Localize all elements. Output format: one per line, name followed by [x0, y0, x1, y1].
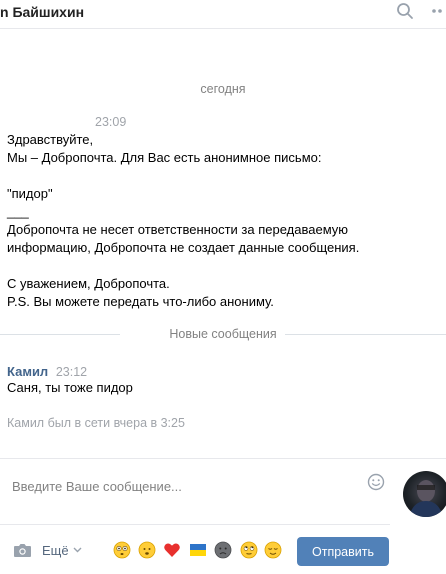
emoji-rolling-eyes-icon[interactable] [240, 541, 258, 559]
message-text: Саня, ты тоже пидор [7, 380, 133, 395]
chat-header: n Байшихин [0, 0, 446, 29]
message-time: 23:12 [55, 365, 88, 379]
avatar[interactable] [403, 471, 446, 517]
new-messages-divider: Новые сообщения [0, 327, 446, 341]
composer-input-border [0, 524, 390, 525]
message-input[interactable] [0, 470, 402, 502]
search-icon[interactable] [396, 2, 414, 20]
emoji-relieved-icon[interactable] [264, 541, 282, 559]
message-line: "пидор" [7, 186, 53, 201]
emoji-sad-face-icon[interactable] [214, 541, 232, 559]
more-attachments-button[interactable]: Ещё [42, 543, 69, 558]
emoji-ukraine-flag-icon[interactable] [189, 541, 207, 559]
chevron-down-icon[interactable] [73, 547, 82, 553]
avatar-image [409, 480, 443, 517]
sender-name-hidden [7, 113, 87, 129]
emoji-heart-icon[interactable] [163, 541, 181, 559]
camera-icon[interactable] [13, 543, 32, 558]
date-separator: сегодня [200, 82, 246, 96]
message-time: 23:09 [95, 115, 127, 129]
message-line: Здравствуйте, [7, 132, 94, 147]
emoji-neutral-icon[interactable] [138, 541, 156, 559]
emoji-flushed-icon[interactable] [113, 541, 131, 559]
message-line: Добропочта не несет ответственности за п… [7, 222, 349, 237]
smile-icon[interactable] [367, 473, 385, 491]
message-line: информацию, Добропочта не создает данные… [7, 240, 360, 255]
online-status: Камил был в сети вчера в 3:25 [7, 416, 185, 430]
message-author[interactable]: Камил [7, 364, 48, 379]
composer-divider [0, 458, 446, 459]
message-line: С уважением, Добропочта. [7, 276, 170, 291]
send-button[interactable]: Отправить [297, 537, 389, 566]
more-icon[interactable] [432, 8, 446, 14]
message-line: Мы – Добропочта. Для Вас есть анонимное … [7, 150, 322, 165]
chat-title[interactable]: n Байшихин [0, 4, 84, 20]
message-line: ___ [7, 204, 29, 219]
message-line: P.S. Вы можете передать что-либо анониму… [7, 294, 274, 309]
